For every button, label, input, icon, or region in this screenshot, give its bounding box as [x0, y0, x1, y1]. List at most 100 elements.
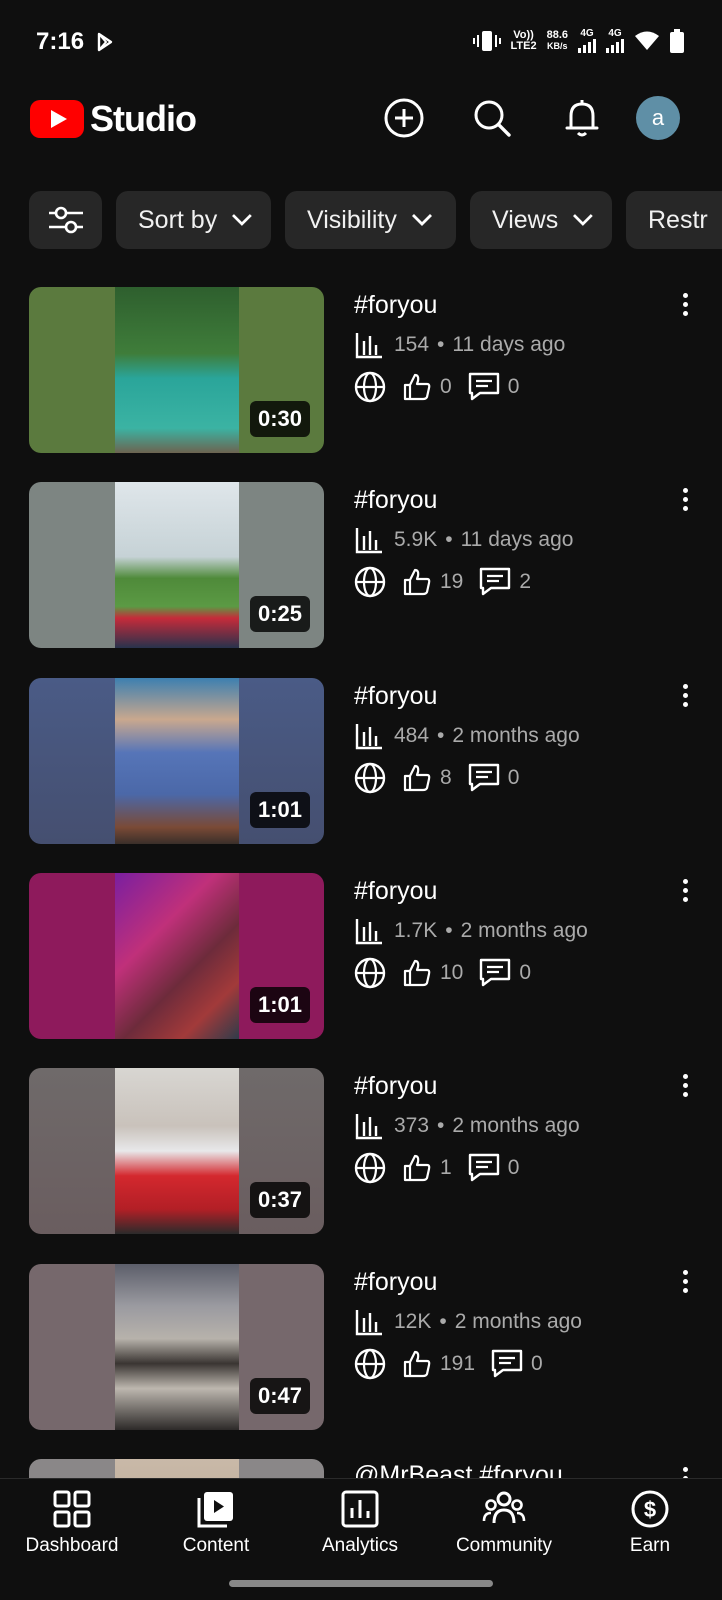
video-title[interactable]: @MrBeast #foryou [354, 1461, 563, 1478]
nav-content[interactable]: Content [144, 1489, 288, 1557]
more-options-icon[interactable] [679, 293, 691, 319]
video-stats: 484 • 2 months ago [354, 722, 580, 750]
avatar[interactable]: a [636, 96, 680, 140]
views-chip[interactable]: Views [470, 191, 612, 249]
view-count: 1.7K [394, 919, 438, 942]
upload-age: 11 days ago [452, 333, 566, 356]
video-thumbnail[interactable]: 0:30 [29, 287, 324, 453]
like-count: 0 [440, 375, 452, 398]
video-stats: 1.7K • 2 months ago [354, 917, 588, 945]
analytics-icon [341, 1490, 379, 1528]
filter-settings-button[interactable] [29, 191, 102, 249]
video-thumbnail[interactable]: 0:37 [29, 1068, 324, 1234]
signal-bars-icon [578, 39, 596, 53]
youtube-logo-icon [30, 100, 84, 138]
video-item[interactable]: 0:30 #foryou 154 • 11 days ago 0 0 [29, 287, 697, 453]
search-button[interactable] [470, 96, 514, 140]
top-app-bar: Studio a [0, 86, 722, 150]
comment-count: 0 [507, 375, 520, 398]
video-engagement: 10 0 [354, 957, 531, 989]
video-thumbnail[interactable]: 1:01 [29, 873, 324, 1039]
logo-text: Studio [90, 98, 197, 139]
comment-count: 0 [519, 961, 532, 984]
more-options-icon[interactable] [679, 488, 691, 514]
video-stats: 373 • 2 months ago [354, 1112, 580, 1140]
video-thumbnail[interactable]: 1:01 [29, 678, 324, 844]
video-thumbnail[interactable] [29, 1459, 324, 1478]
search-icon [474, 100, 511, 137]
analytics-bars-icon [355, 1114, 382, 1140]
youtube-studio-logo[interactable]: Studio [30, 98, 197, 140]
video-item[interactable]: 1:01 #foryou 484 • 2 months ago 8 0 [29, 678, 697, 844]
comment-icon [480, 567, 511, 596]
video-item[interactable]: 0:25 #foryou 5.9K • 11 days ago 19 2 [29, 482, 697, 648]
globe-icon [354, 1348, 386, 1380]
sort-by-chip[interactable]: Sort by [116, 191, 271, 249]
video-item[interactable]: 0:37 #foryou 373 • 2 months ago 1 0 [29, 1068, 697, 1234]
video-title[interactable]: #foryou [354, 682, 437, 711]
thumbs-up-icon [403, 1154, 431, 1182]
video-title[interactable]: #foryou [354, 1072, 437, 1101]
status-time: 7:16 [36, 28, 85, 55]
more-options-icon[interactable] [679, 684, 691, 710]
nav-dashboard[interactable]: Dashboard [0, 1489, 144, 1557]
video-stats: 12K • 2 months ago [354, 1308, 582, 1336]
comment-count: 2 [519, 570, 532, 593]
comment-icon [468, 763, 499, 792]
nav-earn[interactable]: $ Earn [578, 1489, 722, 1557]
comment-icon [491, 1349, 523, 1378]
video-duration: 1:01 [249, 792, 310, 828]
like-count: 10 [440, 961, 464, 984]
nav-community[interactable]: Community [432, 1489, 576, 1557]
upload-age: 2 months ago [452, 1114, 580, 1137]
analytics-bars-icon [355, 724, 382, 750]
video-item[interactable]: @MrBeast #foryou [29, 1459, 697, 1478]
video-thumbnail[interactable]: 0:25 [29, 482, 324, 648]
video-thumbnail[interactable]: 0:47 [29, 1264, 324, 1430]
restrictions-chip[interactable]: Restr [626, 191, 722, 249]
thumbs-up-icon [403, 764, 431, 792]
visibility-chip[interactable]: Visibility [285, 191, 456, 249]
more-options-icon[interactable] [679, 879, 691, 905]
video-item[interactable]: 0:47 #foryou 12K • 2 months ago 191 0 [29, 1264, 697, 1430]
more-options-icon[interactable] [679, 1467, 691, 1478]
home-indicator[interactable] [229, 1580, 493, 1587]
dashboard-icon [53, 1490, 91, 1528]
signal-sim2: 4G [606, 28, 624, 53]
video-item[interactable]: 1:01 #foryou 1.7K • 2 months ago 10 0 [29, 873, 697, 1039]
add-circle-icon [384, 98, 424, 138]
nav-analytics[interactable]: Analytics [288, 1489, 432, 1557]
wifi-icon [635, 31, 659, 50]
svg-text:$: $ [644, 1497, 656, 1522]
filter-chips: Sort by Visibility Views Restr [29, 191, 722, 249]
video-title[interactable]: #foryou [354, 877, 437, 906]
video-engagement: 191 0 [354, 1348, 543, 1380]
upload-age: 2 months ago [454, 1310, 582, 1333]
status-icons: Vo)) LTE2 88.6 KB/s 4G 4G [472, 28, 684, 53]
view-count: 5.9K [394, 528, 438, 551]
globe-icon [354, 566, 386, 598]
video-title[interactable]: #foryou [354, 291, 437, 320]
comment-count: 0 [531, 1352, 543, 1375]
video-title[interactable]: #foryou [354, 486, 437, 515]
like-count: 1 [440, 1156, 452, 1179]
like-count: 8 [440, 766, 452, 789]
view-count: 12K [394, 1310, 432, 1333]
comment-icon [468, 1153, 499, 1182]
create-button[interactable] [382, 96, 426, 140]
more-options-icon[interactable] [679, 1074, 691, 1100]
analytics-bars-icon [355, 1310, 382, 1336]
video-engagement: 8 0 [354, 762, 519, 794]
thumbs-up-icon [403, 959, 431, 987]
notifications-button[interactable] [560, 96, 604, 140]
play-store-icon [97, 32, 113, 52]
video-title[interactable]: #foryou [354, 1268, 437, 1297]
comment-icon [480, 958, 511, 987]
upload-age: 2 months ago [452, 724, 580, 747]
volte-indicator: Vo)) LTE2 [510, 28, 537, 52]
video-duration: 0:30 [249, 401, 310, 437]
analytics-bars-icon [355, 919, 382, 945]
vibrate-icon [472, 30, 501, 51]
tune-icon [48, 206, 83, 234]
more-options-icon[interactable] [679, 1270, 691, 1296]
